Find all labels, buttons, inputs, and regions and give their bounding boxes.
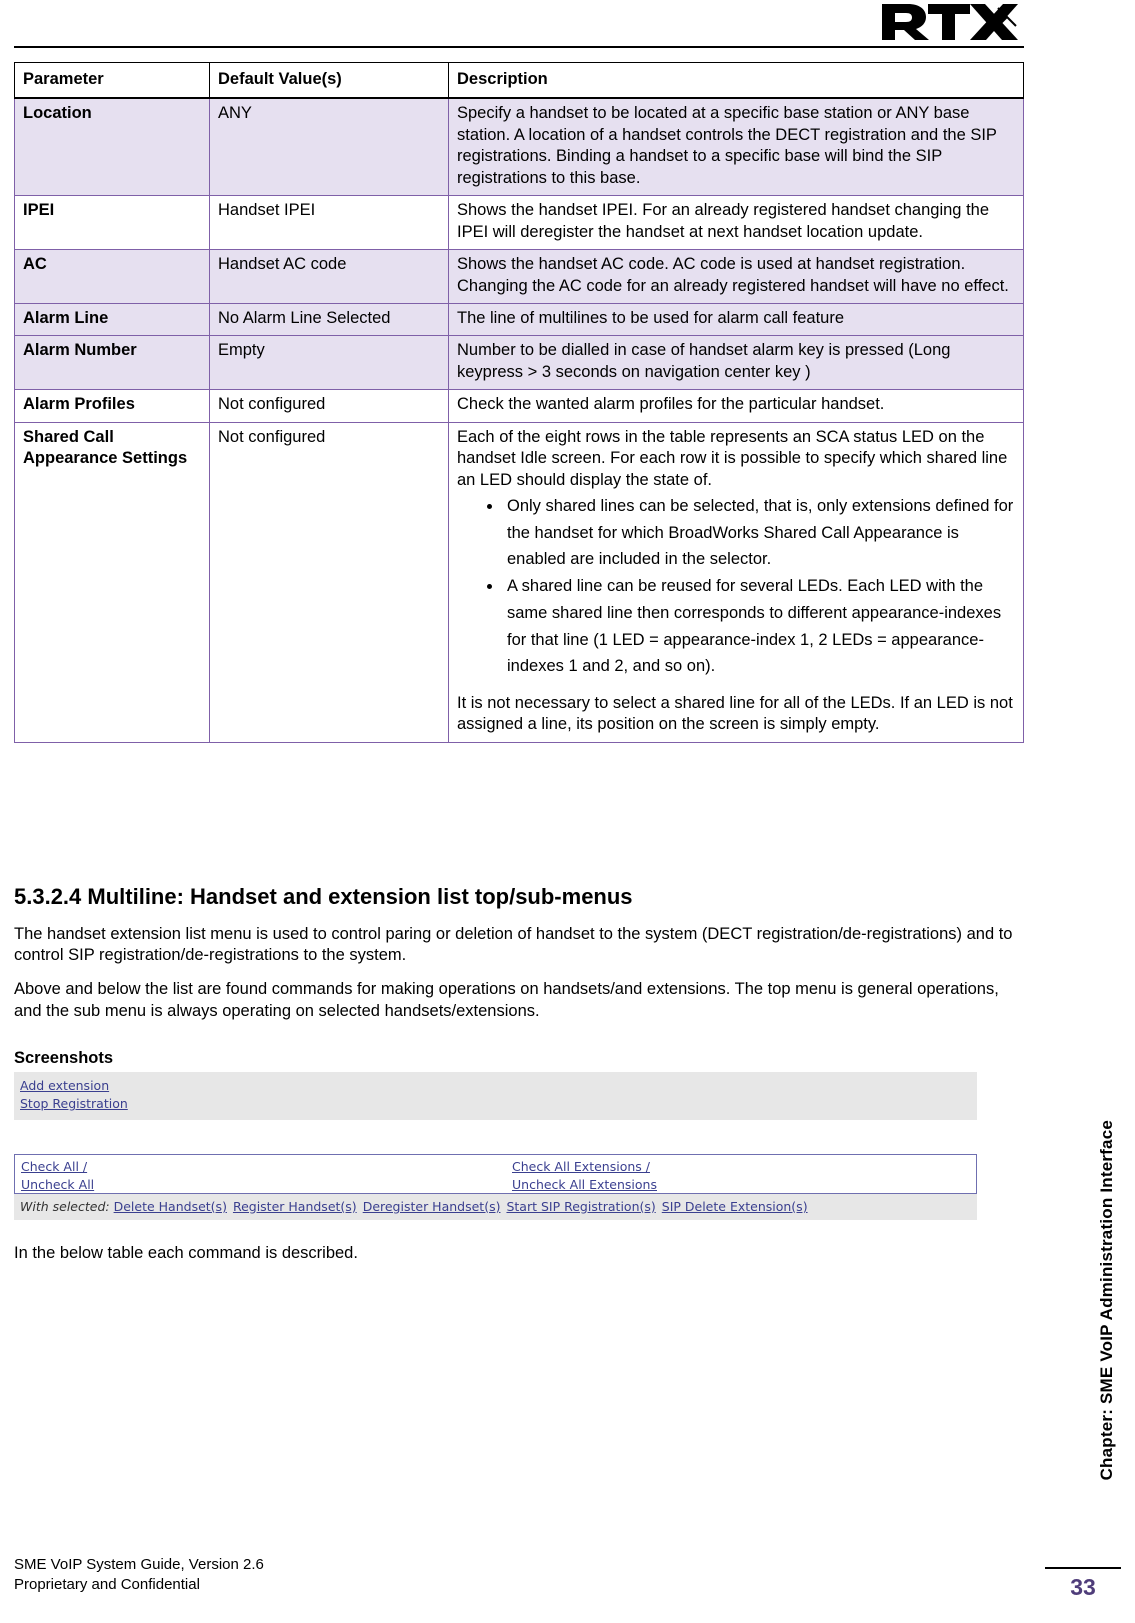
table-row: Alarm Profiles Not configured Check the … xyxy=(14,389,1024,423)
table-row: IPEI Handset IPEI Shows the handset IPEI… xyxy=(14,195,1024,251)
delete-handsets-link[interactable]: Delete Handset(s) xyxy=(114,1199,227,1214)
section-heading: 5.3.2.4 Multiline: Handset and extension… xyxy=(14,883,633,909)
screenshots-label: Screenshots xyxy=(14,1049,114,1068)
rtx-logo-icon xyxy=(882,4,1018,40)
screenshot-list-area xyxy=(14,1119,977,1154)
parameters-table: Parameter Default Value(s) Description L… xyxy=(14,62,1024,743)
table-row: Shared Call Appearance Settings Not conf… xyxy=(14,421,1024,743)
sip-delete-extensions-link[interactable]: SIP Delete Extension(s) xyxy=(662,1199,808,1214)
check-all-extensions-link[interactable]: Check All Extensions / xyxy=(512,1158,650,1176)
cell-default: Handset IPEI xyxy=(209,195,449,251)
cell-parameter: Alarm Profiles xyxy=(14,389,210,423)
check-all-handsets-group[interactable]: Check All / Uncheck All xyxy=(21,1158,94,1194)
register-handsets-link[interactable]: Register Handset(s) xyxy=(233,1199,357,1214)
screenshot-top-menu: Add extension Stop Registration xyxy=(14,1072,977,1120)
screenshot-check-all-row: Check All / Uncheck All Check All Extens… xyxy=(14,1153,977,1194)
check-all-extensions-group[interactable]: Check All Extensions / Uncheck All Exten… xyxy=(512,1158,657,1194)
document-content: Parameter Default Value(s) Description L… xyxy=(14,62,1024,1279)
table-row: AC Handset AC code Shows the handset AC … xyxy=(14,249,1024,304)
cell-default: Not configured xyxy=(209,389,449,423)
column-header-description: Description xyxy=(448,62,1024,100)
cell-description: Each of the eight rows in the table repr… xyxy=(448,421,1024,743)
cell-parameter: Shared Call Appearance Settings xyxy=(14,421,210,743)
table-row: Location ANY Specify a handset to be loc… xyxy=(14,97,1024,197)
start-sip-registrations-link[interactable]: Start SIP Registration(s) xyxy=(506,1199,655,1214)
table-header-row: Parameter Default Value(s) Description xyxy=(14,62,1024,100)
stop-registration-link[interactable]: Stop Registration xyxy=(20,1095,128,1113)
with-selected-label: With selected: xyxy=(20,1198,110,1214)
check-all-link[interactable]: Check All / xyxy=(21,1158,87,1176)
cell-description: Check the wanted alarm profiles for the … xyxy=(448,389,1024,423)
cell-default: Not configured xyxy=(209,421,449,743)
header-divider xyxy=(14,46,1024,48)
cell-parameter: Location xyxy=(14,97,210,197)
cell-default: ANY xyxy=(209,97,449,197)
screenshot-sub-menu: With selected: Delete Handset(s) Register … xyxy=(14,1193,977,1220)
column-header-parameter: Parameter xyxy=(14,62,210,100)
footer: SME VoIP System Guide, Version 2.6 Propr… xyxy=(14,1555,264,1596)
description-bullet-list: Only shared lines can be selected, that … xyxy=(457,493,1015,680)
cell-parameter: IPEI xyxy=(14,195,210,251)
footer-line-2: Proprietary and Confidential xyxy=(14,1575,200,1593)
description-intro: Each of the eight rows in the table repr… xyxy=(457,427,1008,489)
cell-description: The line of multilines to be used for al… xyxy=(448,302,1024,337)
table-row: Alarm Number Empty Number to be dialled … xyxy=(14,335,1024,391)
screenshot-mock: Add extension Stop Registration Check Al… xyxy=(14,1072,977,1220)
cell-description: Shows the handset AC code. AC code is us… xyxy=(448,249,1024,304)
rtx-logo xyxy=(878,0,1028,46)
bullet-item: A shared line can be reused for several … xyxy=(503,573,1015,680)
uncheck-all-link[interactable]: Uncheck All xyxy=(21,1176,94,1194)
document-page: Parameter Default Value(s) Description L… xyxy=(0,0,1135,1623)
add-extension-link[interactable]: Add extension xyxy=(20,1077,109,1095)
description-outro: It is not necessary to select a shared l… xyxy=(457,694,1013,734)
section-block: 5.3.2.4 Multiline: Handset and extension… xyxy=(14,883,1024,1263)
section-paragraph-2: Above and below the list are found comma… xyxy=(14,980,999,1021)
column-header-default-value: Default Value(s) xyxy=(209,62,449,100)
cell-default: Empty xyxy=(209,335,449,391)
cell-parameter: AC xyxy=(14,249,210,304)
cell-parameter: Alarm Line xyxy=(14,302,210,337)
deregister-handsets-link[interactable]: Deregister Handset(s) xyxy=(363,1199,501,1214)
footer-line-1: SME VoIP System Guide, Version 2.6 xyxy=(14,1555,264,1573)
below-table-note: In the below table each command is descr… xyxy=(14,1243,358,1262)
chapter-sidebar-label: Chapter: SME VoIP Administration Interfa… xyxy=(1097,1120,1116,1481)
cell-description: Shows the handset IPEI. For an already r… xyxy=(448,195,1024,251)
cell-description: Number to be dialled in case of handset … xyxy=(448,335,1024,391)
section-paragraph-1: The handset extension list menu is used … xyxy=(14,924,1013,965)
cell-default: Handset AC code xyxy=(209,249,449,304)
cell-parameter: Alarm Number xyxy=(14,335,210,391)
bullet-item: Only shared lines can be selected, that … xyxy=(503,493,1015,573)
cell-default: No Alarm Line Selected xyxy=(209,302,449,337)
uncheck-all-extensions-link[interactable]: Uncheck All Extensions xyxy=(512,1176,657,1194)
cell-description: Specify a handset to be located at a spe… xyxy=(448,97,1024,197)
page-number: 33 xyxy=(1045,1567,1121,1601)
table-row: Alarm Line No Alarm Line Selected The li… xyxy=(14,302,1024,337)
